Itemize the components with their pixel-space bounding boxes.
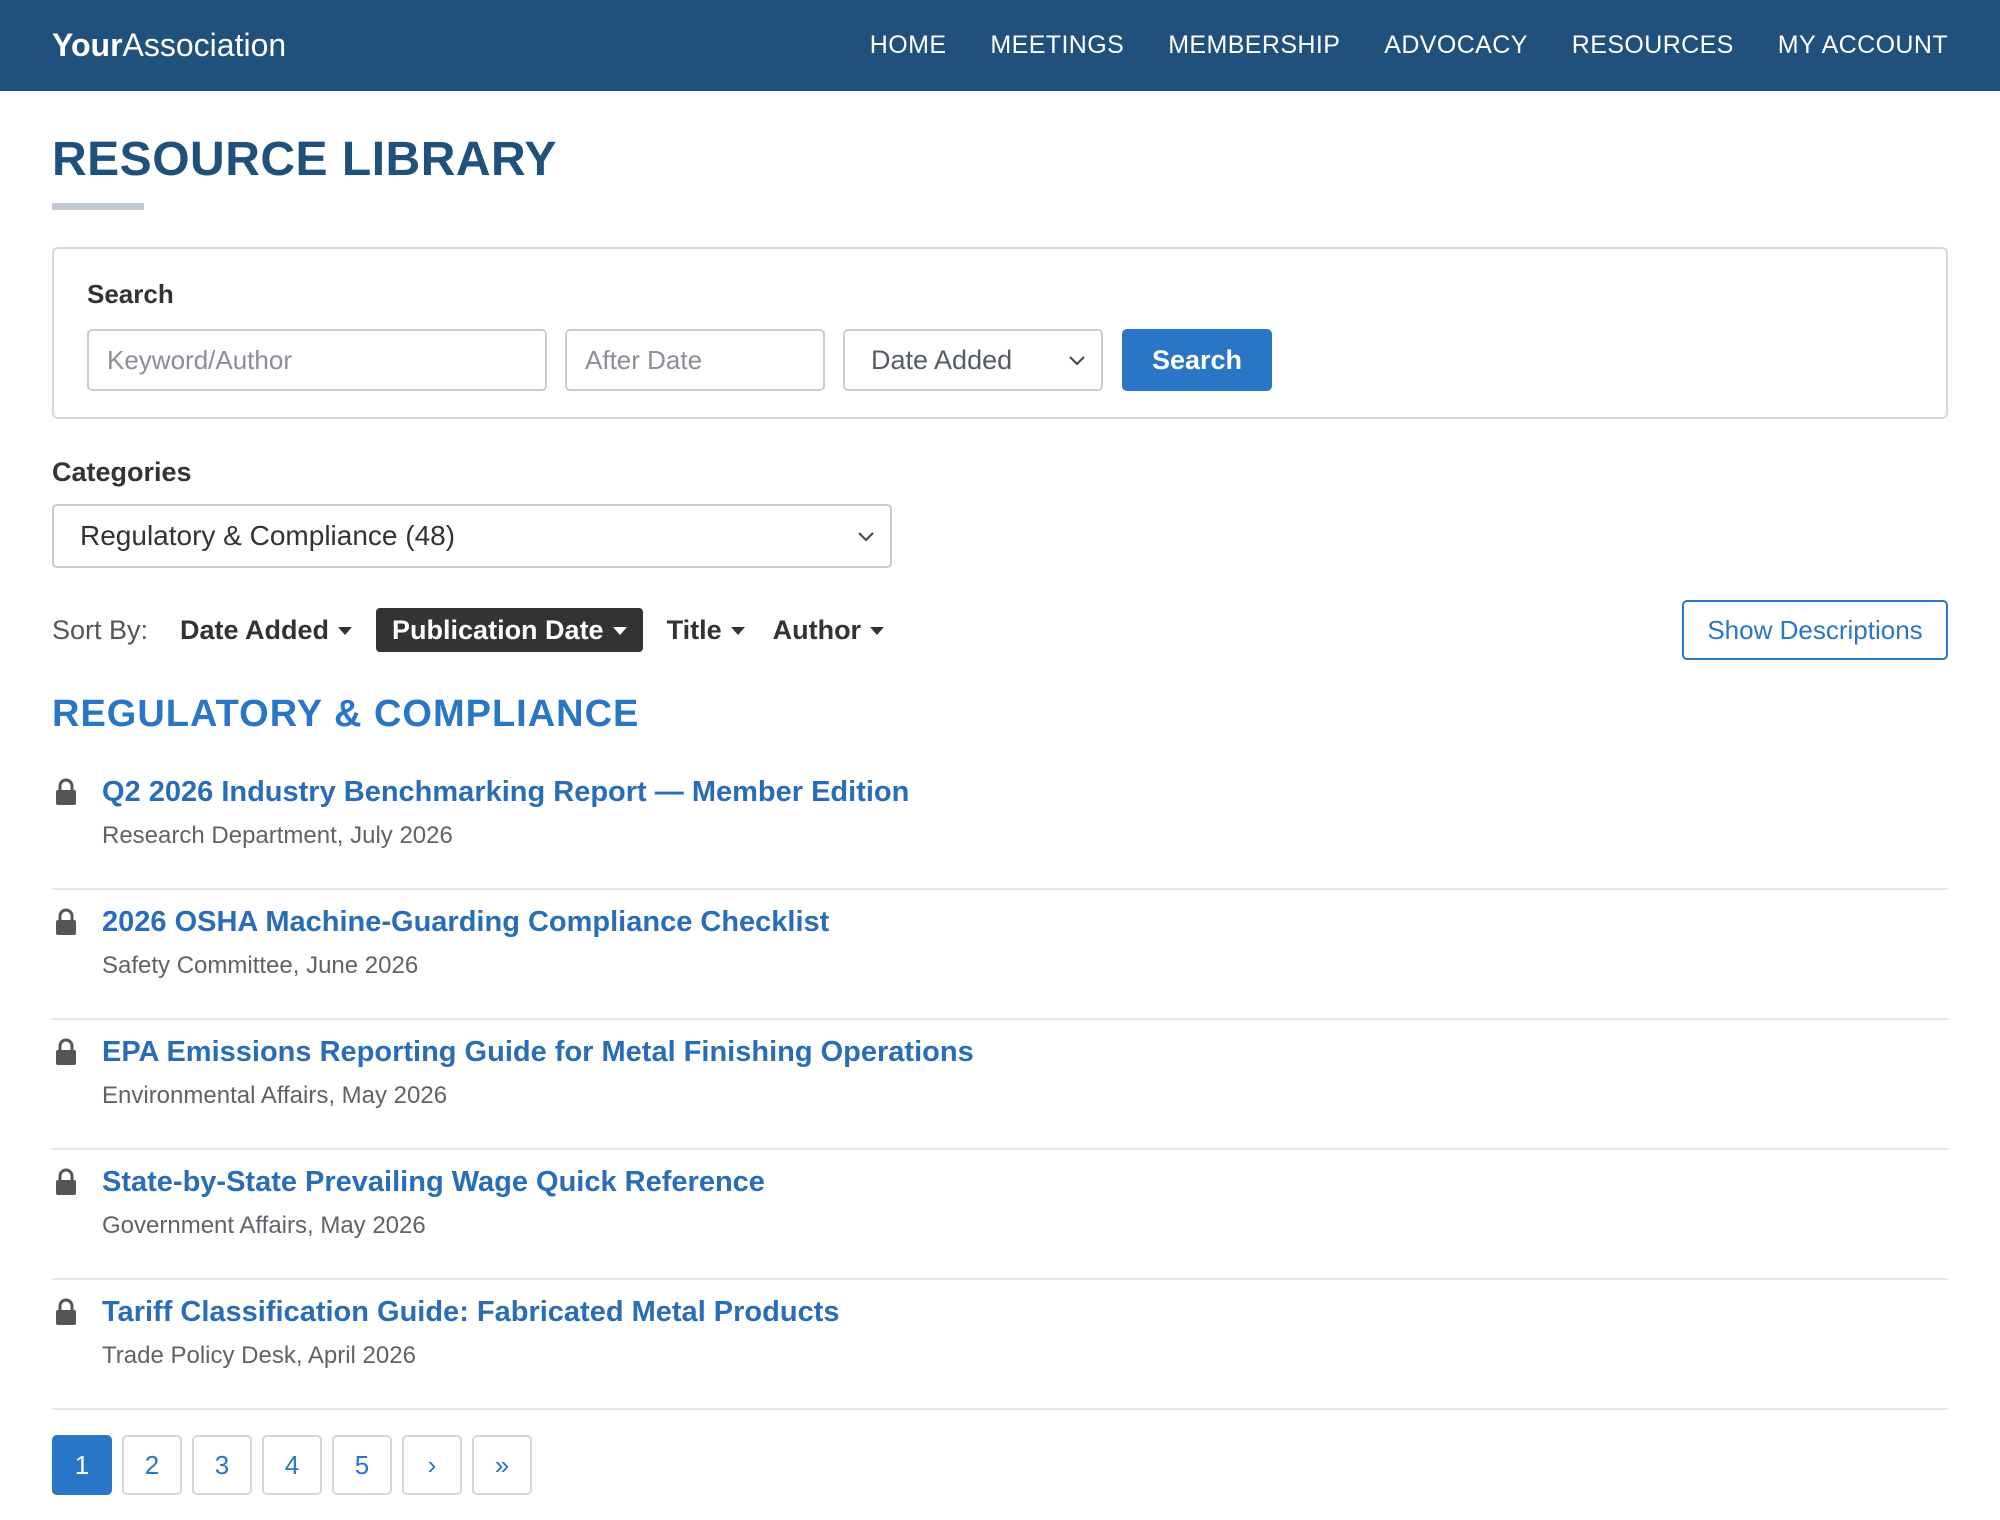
list-item: Q2 2026 Industry Benchmarking Report — M… xyxy=(52,760,1948,890)
page-button-4[interactable]: 4 xyxy=(262,1435,322,1495)
title-underline xyxy=(52,203,144,210)
page-button-2[interactable]: 2 xyxy=(122,1435,182,1495)
search-sort-select[interactable]: Date Added xyxy=(843,329,1103,391)
page-button-5[interactable]: 5 xyxy=(332,1435,392,1495)
sort-option-label: Publication Date xyxy=(392,614,604,645)
resource-title-link[interactable]: Q2 2026 Industry Benchmarking Report — M… xyxy=(102,776,909,809)
sort-by-label: Sort By: xyxy=(52,614,149,645)
caret-down-icon xyxy=(730,627,745,635)
top-navigation-bar: Your Association HOME MEETINGS MEMBERSHIP… xyxy=(0,0,2000,91)
search-sort-select-value: Date Added xyxy=(871,344,1013,375)
resource-title-link[interactable]: Tariff Classification Guide: Fabricated … xyxy=(102,1296,840,1329)
pagination: 1 2 3 4 5 › » xyxy=(52,1435,542,1495)
resource-title-link[interactable]: EPA Emissions Reporting Guide for Metal … xyxy=(102,1036,974,1069)
nav-item-home[interactable]: HOME xyxy=(870,31,947,60)
nav-item-meetings[interactable]: MEETINGS xyxy=(990,31,1124,60)
chevron-down-icon xyxy=(1069,356,1085,366)
brand-name-strong: Your xyxy=(52,27,123,63)
category-select[interactable]: Regulatory & Compliance (48) xyxy=(52,504,892,568)
sort-option-author[interactable]: Author xyxy=(763,608,894,652)
page-button-3[interactable]: 3 xyxy=(192,1435,252,1495)
lock-icon xyxy=(56,908,76,935)
brand-name-light: Association xyxy=(122,27,287,63)
resource-title-link[interactable]: 2026 OSHA Machine-Guarding Compliance Ch… xyxy=(102,906,829,939)
last-page-button[interactable]: » xyxy=(472,1435,532,1495)
resource-meta: Research Department, July 2026 xyxy=(102,822,453,849)
category-select-value: Regulatory & Compliance (48) xyxy=(80,520,456,551)
sort-option-date-added[interactable]: Date Added xyxy=(170,608,362,652)
resource-meta: Environmental Affairs, May 2026 xyxy=(102,1082,448,1109)
list-item: EPA Emissions Reporting Guide for Metal … xyxy=(52,1020,1948,1150)
search-panel: Search Date Added Search xyxy=(52,247,1948,419)
sort-option-label: Title xyxy=(666,614,722,645)
resource-list: Q2 2026 Industry Benchmarking Report — M… xyxy=(52,760,1948,1410)
search-label: Search xyxy=(87,279,174,309)
keyword-author-input[interactable] xyxy=(87,329,547,391)
next-page-button[interactable]: › xyxy=(402,1435,462,1495)
nav-item-my-account[interactable]: MY ACCOUNT xyxy=(1778,31,1948,60)
sort-option-label: Author xyxy=(772,614,862,645)
lock-icon xyxy=(56,1038,76,1065)
list-item: Tariff Classification Guide: Fabricated … xyxy=(52,1280,1948,1410)
search-button[interactable]: Search xyxy=(1122,329,1272,391)
resource-title-link[interactable]: State-by-State Prevailing Wage Quick Ref… xyxy=(102,1166,765,1199)
nav-item-advocacy[interactable]: ADVOCACY xyxy=(1384,31,1528,60)
main-menu: HOME MEETINGS MEMBERSHIP ADVOCACY RESOUR… xyxy=(870,31,1948,60)
caret-down-icon xyxy=(612,627,627,635)
nav-item-resources[interactable]: RESOURCES xyxy=(1572,31,1734,60)
chevron-down-icon xyxy=(858,532,874,542)
resource-meta: Safety Committee, June 2026 xyxy=(102,952,419,979)
caret-down-icon xyxy=(870,627,885,635)
page-button-1[interactable]: 1 xyxy=(52,1435,112,1495)
sort-bar: Sort By: Date Added Publication Date Tit… xyxy=(52,608,902,652)
resource-meta: Government Affairs, May 2026 xyxy=(102,1212,426,1239)
show-descriptions-button[interactable]: Show Descriptions xyxy=(1682,600,1948,660)
after-date-input[interactable] xyxy=(565,329,825,391)
list-item: 2026 OSHA Machine-Guarding Compliance Ch… xyxy=(52,890,1948,1020)
resource-meta: Trade Policy Desk, April 2026 xyxy=(102,1342,416,1369)
categories-label: Categories xyxy=(52,457,192,487)
nav-item-membership[interactable]: MEMBERSHIP xyxy=(1168,31,1340,60)
list-item: State-by-State Prevailing Wage Quick Ref… xyxy=(52,1150,1948,1280)
lock-icon xyxy=(56,1298,76,1325)
caret-down-icon xyxy=(338,627,353,635)
sort-option-label: Date Added xyxy=(180,614,330,645)
sort-option-title[interactable]: Title xyxy=(657,608,755,652)
section-heading: REGULATORY & COMPLIANCE xyxy=(52,693,640,735)
brand-logo[interactable]: Your Association xyxy=(52,27,286,64)
lock-icon xyxy=(56,1168,76,1195)
sort-option-publication-date[interactable]: Publication Date xyxy=(376,608,643,652)
lock-icon xyxy=(56,778,76,805)
page-title: RESOURCE LIBRARY xyxy=(52,133,557,186)
